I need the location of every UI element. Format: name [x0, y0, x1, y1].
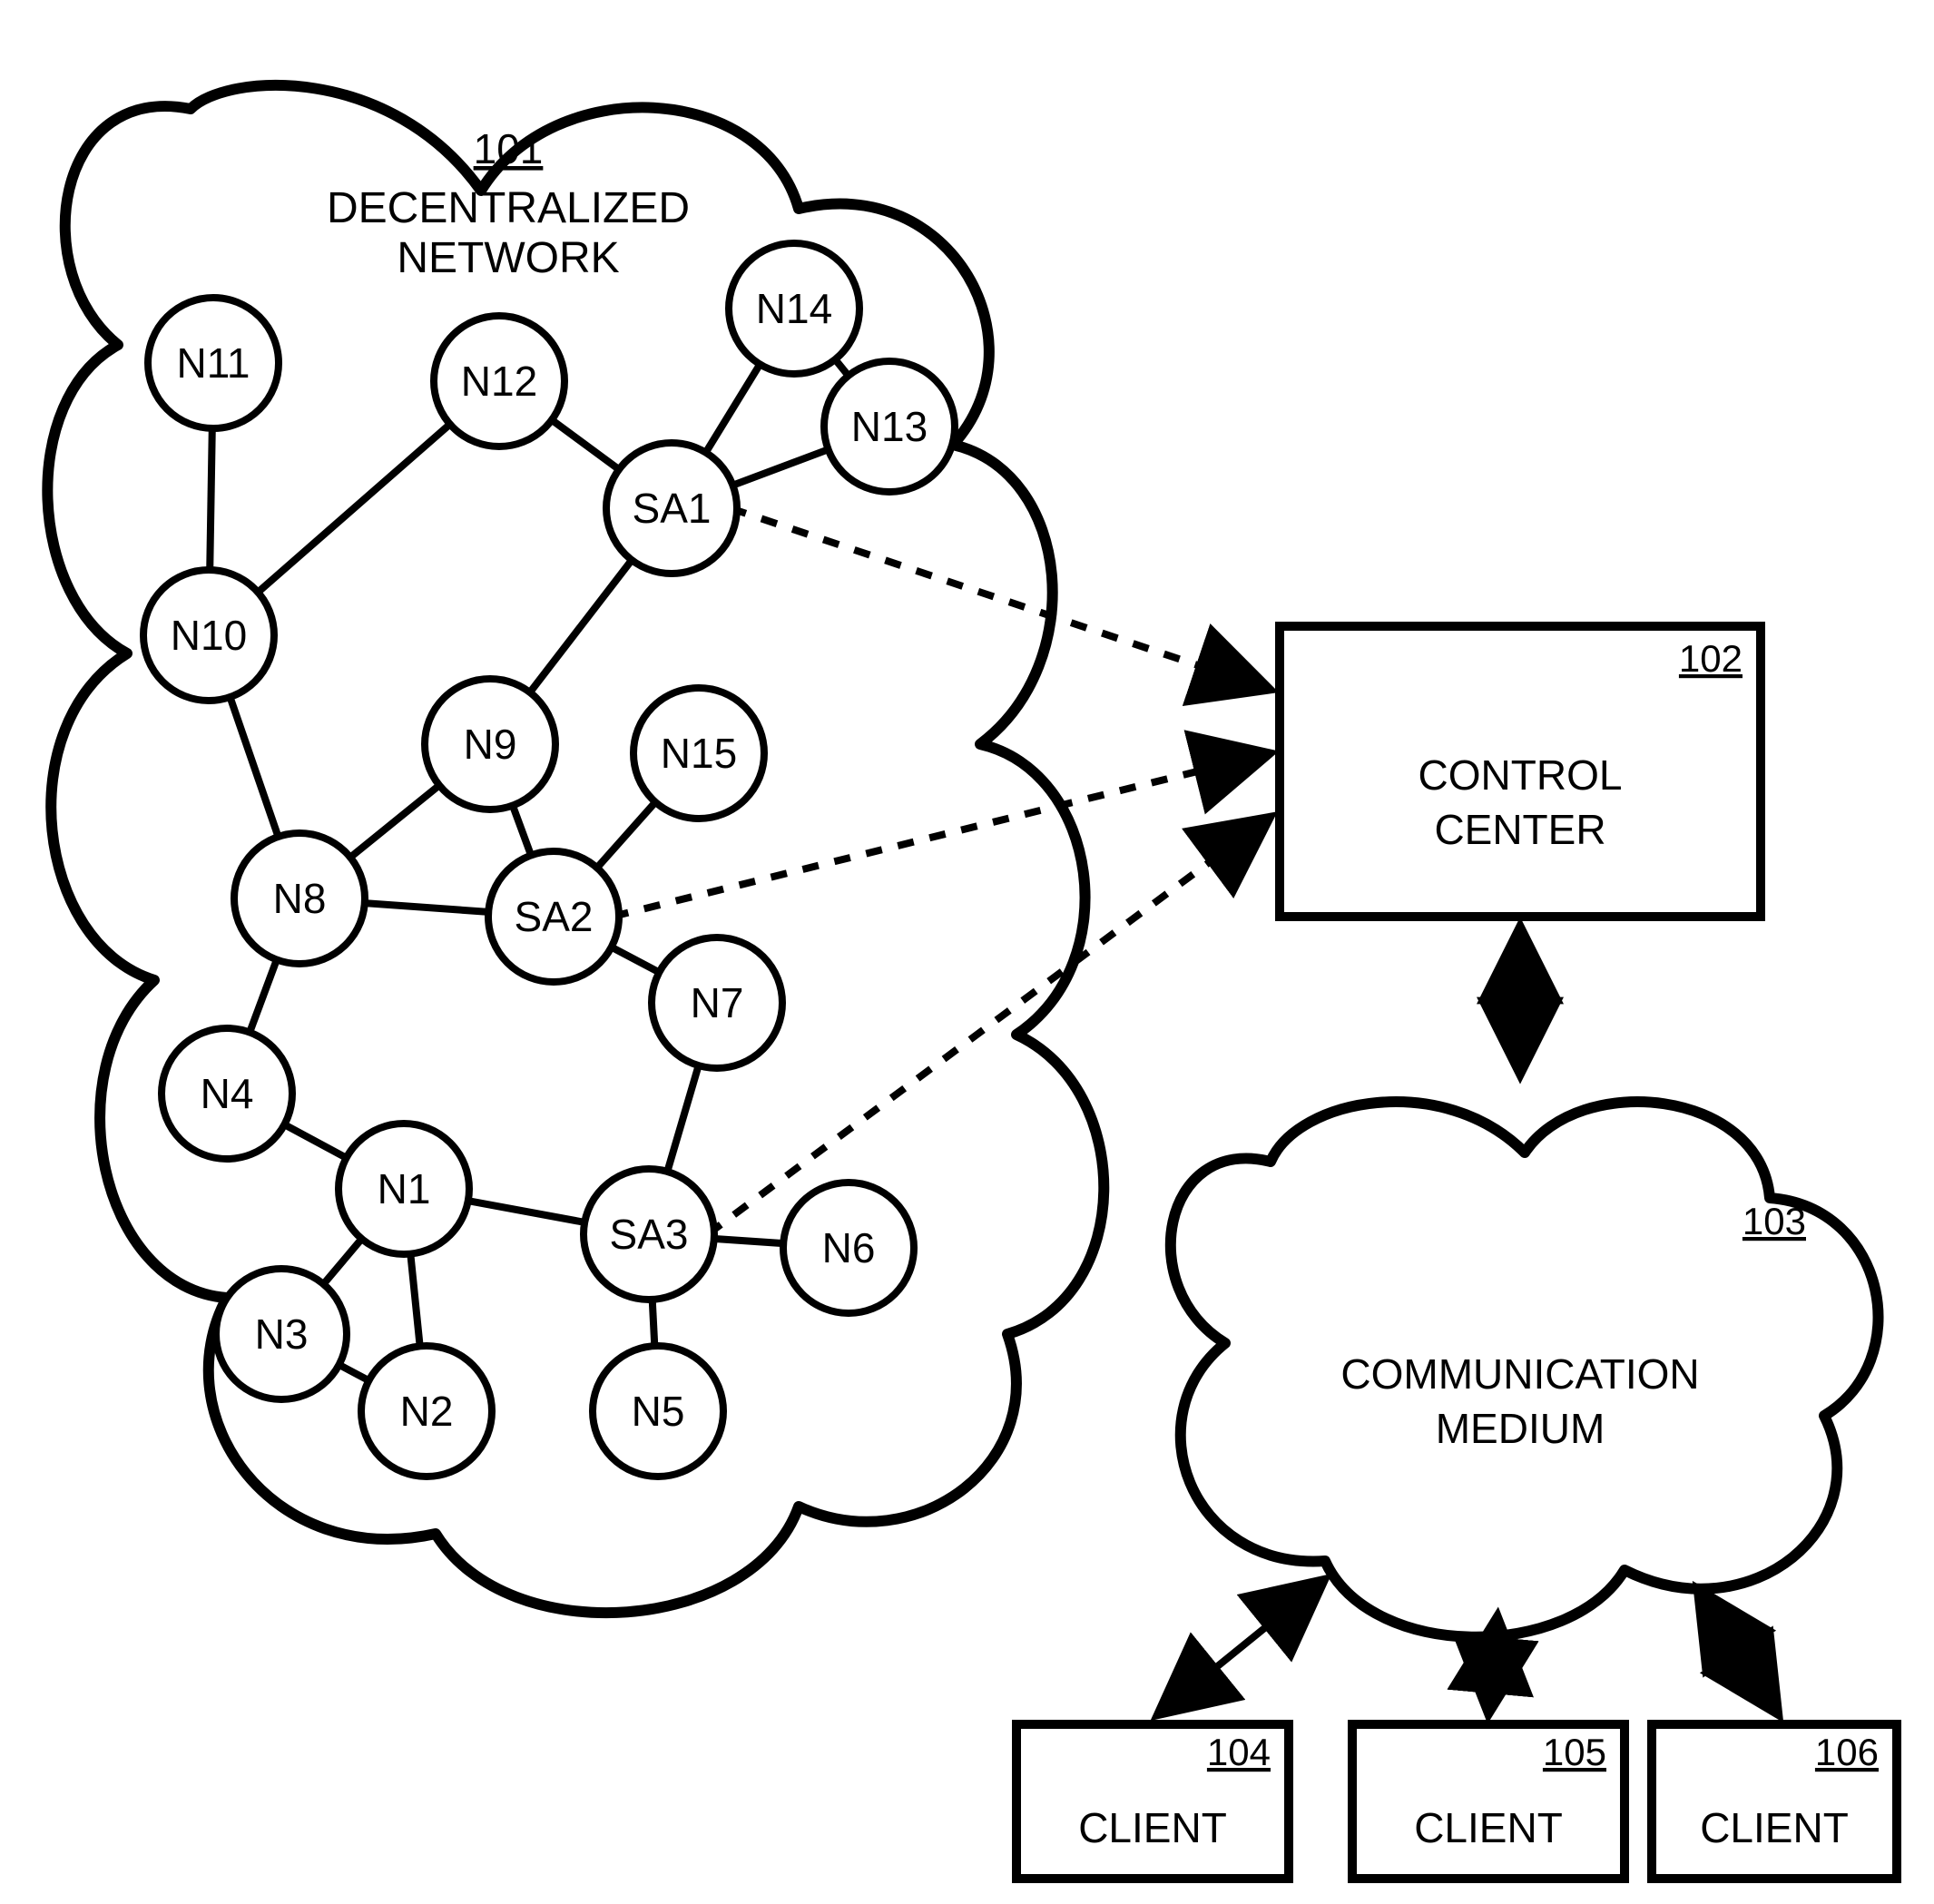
box-105-num: 105	[1543, 1731, 1606, 1773]
node-N1-label: N1	[378, 1165, 431, 1212]
node-N8: N8	[234, 833, 365, 964]
node-SA2: SA2	[488, 851, 619, 982]
node-SA1: SA1	[606, 443, 737, 574]
node-N9: N9	[425, 679, 555, 810]
node-N5: N5	[593, 1346, 723, 1477]
node-N10-label: N10	[171, 612, 247, 659]
node-N6-label: N6	[822, 1224, 876, 1271]
node-N3: N3	[216, 1269, 347, 1399]
node-N2-label: N2	[400, 1388, 454, 1435]
node-N14: N14	[729, 243, 859, 374]
node-SA3-label: SA3	[610, 1211, 689, 1258]
node-N9-label: N9	[464, 721, 517, 768]
node-N12: N12	[434, 316, 564, 447]
node-N8-label: N8	[273, 875, 327, 922]
node-N11-label: N11	[177, 339, 250, 387]
node-N14-label: N14	[756, 285, 832, 332]
node-SA1-label: SA1	[633, 485, 712, 532]
node-N13: N13	[824, 361, 955, 492]
box-106-label: CLIENT	[1700, 1804, 1849, 1851]
cloud-103-num: 103	[1743, 1200, 1806, 1242]
node-SA3: SA3	[584, 1169, 714, 1300]
link-103-106	[1697, 1588, 1779, 1715]
node-N15: N15	[633, 688, 764, 819]
cloud-101-num: 101	[474, 125, 544, 172]
box-104-label: CLIENT	[1078, 1804, 1227, 1851]
cloud-101-title1: DECENTRALIZED	[327, 184, 690, 232]
node-N13-label: N13	[851, 403, 928, 450]
box-106-num: 106	[1815, 1731, 1879, 1773]
node-N4-label: N4	[201, 1070, 254, 1117]
cloud-103-label1: COMMUNICATION	[1340, 1350, 1699, 1398]
cloud-103-label2: MEDIUM	[1436, 1405, 1605, 1452]
box-102-num: 102	[1679, 637, 1743, 680]
link-103-104	[1157, 1579, 1325, 1715]
node-N12-label: N12	[461, 358, 537, 405]
node-N15-label: N15	[661, 730, 737, 777]
node-N10: N10	[143, 570, 274, 701]
node-N2: N2	[361, 1346, 492, 1477]
box-104-num: 104	[1207, 1731, 1271, 1773]
node-N7: N7	[652, 937, 782, 1068]
cloud-101-title2: NETWORK	[397, 234, 619, 282]
node-N4: N4	[162, 1028, 292, 1159]
node-N1: N1	[339, 1124, 469, 1254]
node-N5-label: N5	[632, 1388, 685, 1435]
node-N7-label: N7	[691, 979, 744, 1026]
node-N6: N6	[783, 1183, 914, 1313]
box-105-label: CLIENT	[1414, 1804, 1563, 1851]
node-N3-label: N3	[255, 1310, 309, 1358]
node-N11: N11	[148, 298, 279, 428]
box-102-label1: CONTROL	[1419, 751, 1623, 799]
box-102-label2: CENTER	[1434, 806, 1605, 853]
node-SA2-label: SA2	[515, 893, 594, 940]
